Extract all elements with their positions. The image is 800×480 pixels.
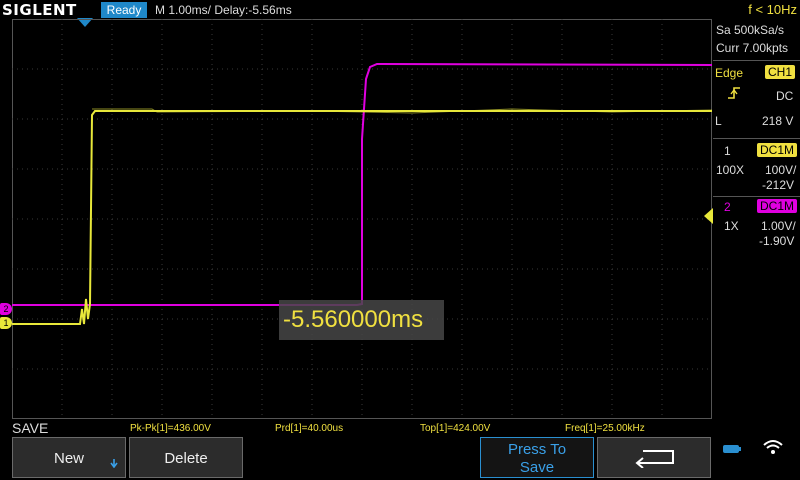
trigger-level-label: L [715, 114, 722, 128]
back-button[interactable] [597, 437, 711, 478]
ch1-number: 1 [724, 144, 731, 158]
delete-button-label: Delete [164, 450, 208, 467]
ch1-probe: 100X [716, 163, 745, 177]
trigger-frequency-readout: f < 10Hz [748, 2, 797, 17]
run-status-badge[interactable]: Ready [101, 2, 147, 18]
ch2-coupling-badge: DC1M [757, 199, 798, 213]
usb-icon [723, 445, 741, 453]
measurement-frequency: Freq[1]=25.00kHz [565, 423, 645, 434]
ch1-coupling-badge: DC1M [757, 143, 798, 157]
ch2-probe: 1X [724, 219, 739, 233]
rising-edge-icon [728, 87, 740, 99]
trigger-level-icon[interactable] [704, 208, 713, 224]
press-to-save-line2: Save [519, 459, 555, 476]
ch1-level-marker[interactable]: 1 [0, 317, 12, 329]
memory-depth: Curr 7.00kpts [716, 41, 789, 55]
measurement-top: Top[1]=424.00V [420, 423, 491, 434]
trigger-coupling: DC [776, 89, 794, 103]
ch1-scale: 100V/ [765, 163, 797, 177]
waveform-display[interactable] [12, 19, 712, 419]
new-button[interactable]: New [12, 437, 126, 478]
delete-button[interactable]: Delete [129, 437, 243, 478]
sample-rate: Sa 500kSa/s [716, 23, 785, 37]
measurement-pkpk: Pk-Pk[1]=436.00V [130, 423, 211, 434]
panel-divider [713, 196, 800, 197]
press-to-save-button[interactable]: Press To Save [480, 437, 594, 478]
measurement-period: Prd[1]=40.00us [275, 423, 344, 434]
trigger-type: Edge [715, 66, 744, 80]
delay-readout: -5.560000ms [279, 300, 444, 340]
ch2-offset: -1.90V [759, 234, 795, 248]
press-to-save-line1: Press To [507, 441, 567, 458]
return-arrow-icon [635, 450, 674, 468]
ch2-number: 2 [724, 200, 731, 214]
ch2-scale: 1.00V/ [761, 219, 796, 233]
panel-divider [713, 138, 800, 139]
panel-divider [713, 60, 800, 61]
wifi-icon [763, 440, 783, 454]
ch2-level-marker[interactable]: 2 [0, 303, 12, 315]
menu-title: SAVE [12, 420, 49, 436]
trigger-level-value: 218 V [762, 114, 794, 128]
brand-logo: SIGLENT [2, 1, 77, 19]
ch1-offset: -212V [762, 178, 795, 192]
trigger-source-badge: CH1 [765, 65, 796, 79]
arrow-down-icon [110, 459, 118, 468]
timebase-readout[interactable]: M 1.00ms/ Delay:-5.56ms [155, 2, 292, 18]
